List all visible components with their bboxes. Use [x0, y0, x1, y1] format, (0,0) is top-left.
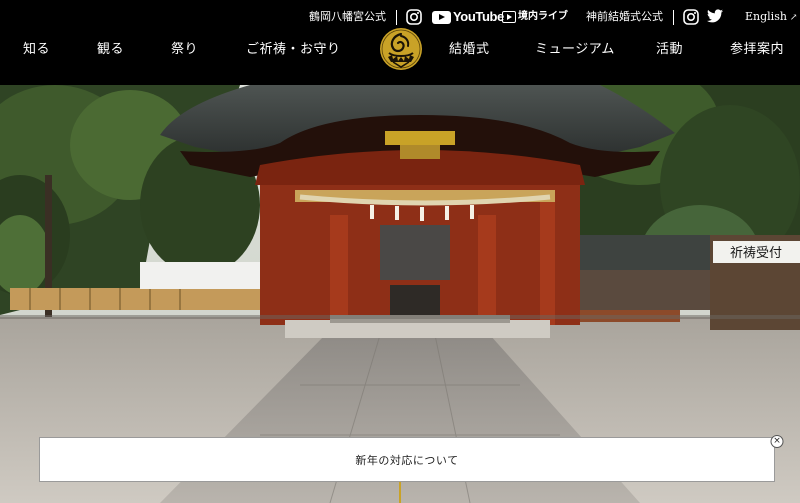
nav-item-matsuri[interactable]: 祭り [171, 38, 198, 62]
external-link-icon: ↗ [789, 13, 798, 23]
youtube-link[interactable]: YouTube [432, 8, 504, 26]
crest-icon[interactable] [379, 27, 423, 71]
english-label: English [745, 10, 787, 23]
live-link[interactable]: 境内ライブ [502, 8, 568, 26]
twitter-icon[interactable] [707, 9, 723, 29]
nav-item-katsudou[interactable]: 活動 [656, 38, 683, 62]
english-link[interactable]: English ↗ [745, 8, 797, 27]
announcement-text: 新年の対応について [355, 453, 459, 467]
signboard-text: 祈祷受付 [730, 245, 782, 261]
site-header: 鶴岡八幡宮公式 YouTube 境内ライブ 神前結婚式公式 English ↗ 知… [0, 0, 800, 85]
youtube-icon [432, 10, 451, 24]
nav-item-sanpai[interactable]: 参拝案内 [730, 38, 784, 62]
close-icon[interactable]: × [770, 435, 784, 448]
scroll-indicator [399, 482, 401, 503]
live-label: 境内ライブ [518, 11, 568, 22]
wedding-site-link[interactable]: 神前結婚式公式 [586, 8, 663, 26]
divider [673, 10, 674, 25]
nav-item-miru[interactable]: 観る [97, 38, 124, 62]
site-name-link[interactable]: 鶴岡八幡宮公式 [309, 8, 386, 26]
live-camera-icon [502, 11, 516, 23]
nav-item-shiru[interactable]: 知る [23, 38, 50, 62]
announcement-banner[interactable]: 新年の対応について × [39, 435, 784, 482]
nav-item-gokitou[interactable]: ご祈祷・お守り [246, 38, 341, 62]
nav-item-museum[interactable]: ミュージアム [535, 38, 615, 62]
divider [396, 10, 397, 25]
youtube-label: YouTube [453, 9, 504, 24]
instagram-icon[interactable] [683, 9, 699, 31]
nav-item-kekkonshiki[interactable]: 結婚式 [449, 38, 490, 62]
